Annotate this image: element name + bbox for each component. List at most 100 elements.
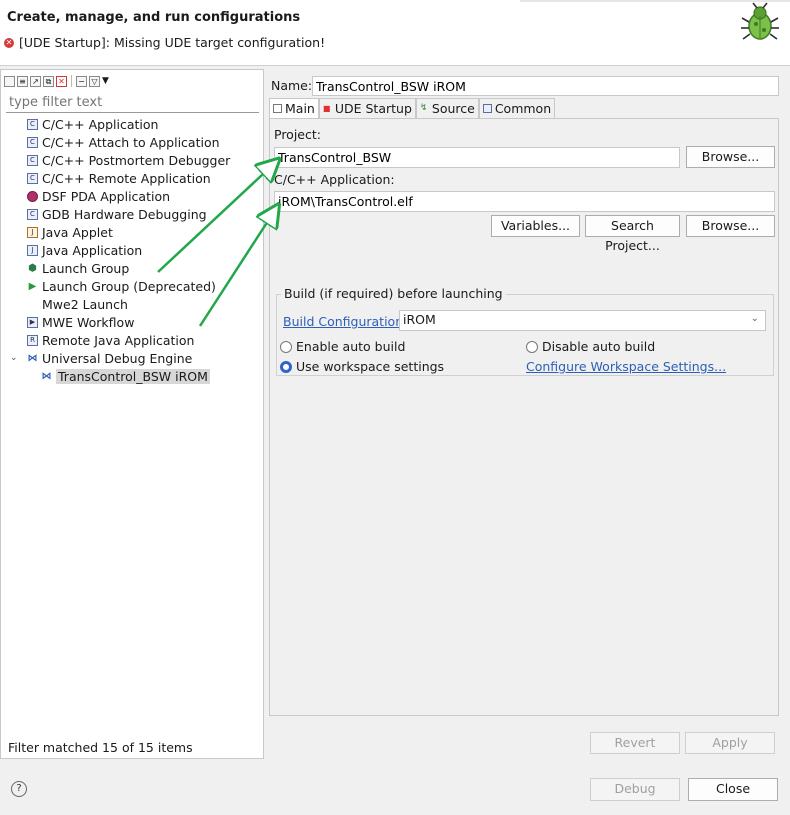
delete-icon[interactable]: ✕ (56, 75, 67, 87)
variables-button[interactable]: Variables... (491, 215, 580, 237)
chevron-down-icon[interactable]: ⌄ (10, 353, 18, 363)
new-prototype-icon[interactable]: ≡ (17, 75, 28, 87)
c-app-icon: C (27, 136, 38, 148)
tab-ude-startup[interactable]: ■ UDE Startup (318, 98, 416, 118)
disable-auto-build-radio[interactable]: Disable auto build (526, 339, 655, 354)
tab-label: Source (431, 101, 475, 116)
java-app-icon: J (27, 244, 38, 256)
tree-item-label: Java Application (42, 242, 143, 258)
help-icon[interactable]: ? (11, 781, 27, 797)
tree-item-label: C/C++ Postmortem Debugger (42, 152, 231, 168)
filter-icon[interactable]: ▽ (89, 75, 100, 87)
tab-main[interactable]: Main (269, 98, 319, 118)
tree-item-mwe2-launch[interactable]: Mwe2 Launch (1, 295, 263, 313)
play-icon: ▶ (28, 280, 37, 292)
disable-auto-build-label: Disable auto build (542, 339, 656, 354)
tab-common[interactable]: Common (478, 98, 556, 118)
use-workspace-settings-label: Use workspace settings (296, 359, 445, 374)
tree-item-launch-group[interactable]: ⬢ Launch Group (1, 259, 263, 277)
tree-item-label: Launch Group (Deprecated) (42, 278, 216, 294)
new-configuration-icon[interactable] (4, 75, 15, 87)
c-app-icon: C (27, 154, 38, 166)
tree-item-dsf-pda[interactable]: DSF PDA Application (1, 187, 263, 205)
tree-item-mwe-workflow[interactable]: ▶ MWE Workflow (1, 313, 263, 331)
enable-auto-build-label: Enable auto build (296, 339, 406, 354)
filter-status: Filter matched 15 of 15 items (8, 740, 193, 755)
tree-item-c-cpp-application[interactable]: C C/C++ Application (1, 115, 263, 133)
project-field[interactable] (274, 147, 680, 168)
java-applet-icon: J (27, 226, 38, 238)
main-tab-icon (273, 104, 282, 113)
collapse-all-icon[interactable]: − (76, 75, 87, 87)
filter-input[interactable] (6, 93, 259, 113)
ude-icon: ⋈ (41, 370, 52, 382)
configure-workspace-settings-link[interactable]: Configure Workspace Settings... (526, 359, 726, 374)
debug-button[interactable]: Debug (590, 778, 680, 801)
configuration-editor: Name: Main ■ UDE Startup ↯ Source Common… (269, 72, 779, 760)
tree-item-c-cpp-attach[interactable]: C C/C++ Attach to Application (1, 133, 263, 151)
tree-item-label: TransControl_BSW iROM (56, 368, 210, 384)
tree-item-java-applet[interactable]: J Java Applet (1, 223, 263, 241)
error-marker-icon: ■ (322, 104, 331, 113)
application-label: C/C++ Application: (274, 172, 395, 187)
enable-auto-build-radio[interactable]: Enable auto build (280, 339, 405, 354)
tree-item-c-cpp-remote[interactable]: C C/C++ Remote Application (1, 169, 263, 187)
ude-icon: ⋈ (27, 352, 38, 364)
tab-source[interactable]: ↯ Source (415, 98, 479, 118)
c-app-icon: C (27, 208, 38, 220)
build-configuration-link[interactable]: Build Configuration: (283, 314, 407, 329)
dialog-header: Create, manage, and run configurations ✕… (0, 0, 790, 66)
tree-item-label: C/C++ Application (42, 116, 159, 132)
apply-button[interactable]: Apply (685, 732, 775, 754)
build-configuration-select[interactable]: iROM ⌄ (399, 310, 766, 331)
tree-item-label: C/C++ Remote Application (42, 170, 211, 186)
chevron-down-icon: ⌄ (750, 313, 759, 324)
tree-item-label: Universal Debug Engine (42, 350, 193, 366)
blank-icon (27, 299, 38, 310)
radio-circle-checked (280, 360, 292, 373)
c-app-icon: C (27, 118, 38, 130)
error-banner: ✕ [UDE Startup]: Missing UDE target conf… (4, 35, 325, 50)
tree-item-universal-debug-engine[interactable]: ⌄ ⋈ Universal Debug Engine (1, 349, 263, 367)
tree-item-label: C/C++ Attach to Application (42, 134, 220, 150)
tree-item-label: MWE Workflow (42, 314, 135, 330)
toolbar-divider (71, 75, 72, 87)
application-field[interactable] (274, 191, 775, 212)
remote-java-icon: R (27, 334, 38, 346)
c-app-icon: C (27, 172, 38, 184)
duplicate-icon[interactable]: ⧉ (43, 75, 54, 87)
radio-circle (280, 340, 292, 353)
tab-label: UDE Startup (334, 101, 412, 116)
tree-item-label: GDB Hardware Debugging (42, 206, 207, 222)
radio-circle (526, 340, 538, 353)
search-project-button[interactable]: Search Project... (585, 215, 680, 253)
tab-label: Main (285, 101, 315, 116)
export-icon[interactable]: ↗ (30, 75, 41, 87)
tree-item-java-application[interactable]: J Java Application (1, 241, 263, 259)
tree-item-remote-java[interactable]: R Remote Java Application (1, 331, 263, 349)
dialog-title: Create, manage, and run configurations (7, 10, 301, 25)
tree-item-gdb-hardware[interactable]: C GDB Hardware Debugging (1, 205, 263, 223)
tree-item-label: DSF PDA Application (42, 188, 171, 204)
use-workspace-settings-radio[interactable]: Use workspace settings (280, 359, 444, 374)
close-button[interactable]: Close (688, 778, 778, 801)
build-group-title: Build (if required) before launching (281, 286, 506, 301)
name-field[interactable] (312, 76, 779, 96)
tree-item-launch-group-deprecated[interactable]: ▶ Launch Group (Deprecated) (1, 277, 263, 295)
tab-label: Common (494, 101, 552, 116)
tree-item-transcontrol-bsw-irom[interactable]: ⋈ TransControl_BSW iROM (1, 367, 263, 385)
build-configuration-value: iROM (403, 312, 436, 327)
revert-button[interactable]: Revert (590, 732, 680, 754)
view-menu-chevron-icon[interactable]: ▼ (102, 76, 109, 86)
tree-item-c-cpp-postmortem[interactable]: C C/C++ Postmortem Debugger (1, 151, 263, 169)
error-icon: ✕ (4, 37, 14, 48)
tree-item-label: Java Applet (42, 224, 113, 240)
tree-item-label: Mwe2 Launch (42, 296, 128, 312)
application-browse-button[interactable]: Browse... (686, 215, 775, 237)
project-browse-button[interactable]: Browse... (686, 146, 775, 168)
launch-group-icon: ⬢ (28, 262, 37, 274)
configuration-tree: C C/C++ Application C C/C++ Attach to Appl… (1, 115, 263, 385)
tree-toolbar: ≡ ↗ ⧉ ✕ − ▽ ▼ (4, 72, 109, 90)
main-tab-panel: Project: Browse... C/C++ Application: Va… (269, 118, 779, 716)
source-icon: ↯ (419, 103, 428, 113)
